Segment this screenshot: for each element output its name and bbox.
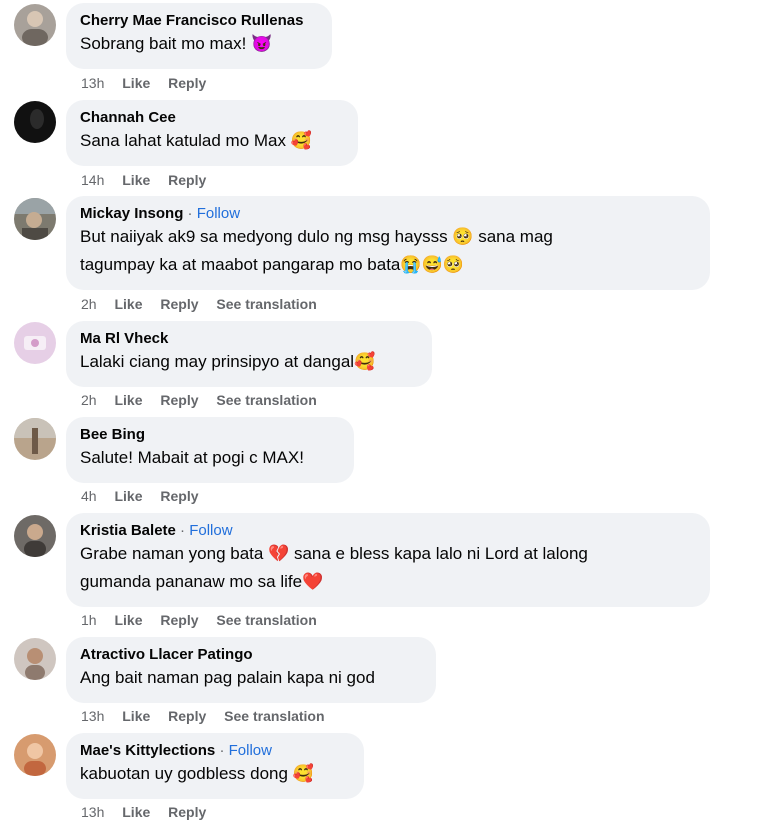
comment-actions: 1h Like Reply See translation <box>81 611 331 629</box>
avatar[interactable] <box>14 515 56 557</box>
comment-bubble: Cherry Mae Francisco Rullenas Sobrang ba… <box>66 3 332 69</box>
comment-text: Lalaki ciang may prinsipyo at dangal🥰 <box>80 352 376 371</box>
comment-text-line: But naiiyak ak9 sa medyong dulo ng msg h… <box>80 227 553 246</box>
reply-button[interactable]: Reply <box>160 488 198 504</box>
avatar[interactable] <box>14 638 56 680</box>
like-button[interactable]: Like <box>122 708 150 724</box>
comment-text-line: tagumpay ka at maabot pangarap mo bata😭😅… <box>80 255 464 274</box>
comment-text: Ang bait naman pag palain kapa ni god <box>80 668 375 687</box>
separator-dot: · <box>187 205 193 222</box>
avatar[interactable] <box>14 322 56 364</box>
comment-time[interactable]: 4h <box>81 488 97 504</box>
avatar[interactable] <box>14 198 56 240</box>
avatar[interactable] <box>14 734 56 776</box>
commenter-name[interactable]: Mae's Kittylections <box>80 742 215 759</box>
avatar[interactable] <box>14 4 56 46</box>
comment-text: Salute! Mabait at pogi c MAX! <box>80 448 304 467</box>
comment-text: kabuotan uy godbless dong 🥰 <box>80 764 314 783</box>
comment-text-line: Grabe naman yong bata 💔 sana e bless kap… <box>80 544 588 563</box>
comment-text: Sobrang bait mo max! 😈 <box>80 34 273 53</box>
comment-actions: 2h Like Reply See translation <box>81 391 331 409</box>
reply-button[interactable]: Reply <box>160 392 198 408</box>
reply-button[interactable]: Reply <box>160 296 198 312</box>
comment-bubble: Kristia Balete · Follow Grabe naman yong… <box>66 513 710 607</box>
comment-text: Sana lahat katulad mo Max 🥰 <box>80 131 312 150</box>
see-translation-link[interactable]: See translation <box>224 708 324 724</box>
comment-actions: 14h Like Reply <box>81 171 220 189</box>
follow-button[interactable]: Follow <box>189 522 232 539</box>
reply-button[interactable]: Reply <box>168 708 206 724</box>
comment-bubble: Atractivo Llacer Patingo Ang bait naman … <box>66 637 436 703</box>
comment-actions: 13h Like Reply <box>81 74 220 92</box>
comment-time[interactable]: 13h <box>81 75 104 91</box>
comment-text-line: gumanda pananaw mo sa life❤️ <box>80 572 324 591</box>
like-button[interactable]: Like <box>122 804 150 820</box>
follow-button[interactable]: Follow <box>197 205 240 222</box>
separator-dot: · <box>219 742 225 759</box>
reply-button[interactable]: Reply <box>168 172 206 188</box>
commenter-name[interactable]: Channah Cee <box>80 109 176 126</box>
comment-time[interactable]: 13h <box>81 708 104 724</box>
avatar[interactable] <box>14 101 56 143</box>
commenter-name[interactable]: Atractivo Llacer Patingo <box>80 646 253 663</box>
comments-list: Cherry Mae Francisco Rullenas Sobrang ba… <box>0 0 759 829</box>
reply-button[interactable]: Reply <box>168 804 206 820</box>
reply-button[interactable]: Reply <box>168 75 206 91</box>
comment-bubble: Mickay Insong · Follow But naiiyak ak9 s… <box>66 196 710 290</box>
comment-actions: 4h Like Reply <box>81 487 213 505</box>
comment-time[interactable]: 1h <box>81 612 97 628</box>
separator-dot: · <box>180 522 186 539</box>
comment-actions: 2h Like Reply See translation <box>81 295 331 313</box>
commenter-name[interactable]: Ma Rl Vheck <box>80 330 168 347</box>
comment-bubble: Ma Rl Vheck Lalaki ciang may prinsipyo a… <box>66 321 432 387</box>
reply-button[interactable]: Reply <box>160 612 198 628</box>
commenter-name[interactable]: Mickay Insong <box>80 205 183 222</box>
comment-bubble: Mae's Kittylections · Follow kabuotan uy… <box>66 733 364 799</box>
comment-bubble: Channah Cee Sana lahat katulad mo Max 🥰 <box>66 100 358 166</box>
like-button[interactable]: Like <box>122 172 150 188</box>
see-translation-link[interactable]: See translation <box>216 296 316 312</box>
comment-time[interactable]: 2h <box>81 392 97 408</box>
see-translation-link[interactable]: See translation <box>216 392 316 408</box>
commenter-name[interactable]: Kristia Balete <box>80 522 176 539</box>
like-button[interactable]: Like <box>122 75 150 91</box>
comment-actions: 13h Like Reply <box>81 803 220 821</box>
comment-actions: 13h Like Reply See translation <box>81 707 339 725</box>
follow-button[interactable]: Follow <box>229 742 272 759</box>
comment-time[interactable]: 2h <box>81 296 97 312</box>
commenter-name[interactable]: Cherry Mae Francisco Rullenas <box>80 12 303 29</box>
see-translation-link[interactable]: See translation <box>216 612 316 628</box>
commenter-name[interactable]: Bee Bing <box>80 426 145 443</box>
comment-time[interactable]: 13h <box>81 804 104 820</box>
comment-time[interactable]: 14h <box>81 172 104 188</box>
like-button[interactable]: Like <box>114 296 142 312</box>
like-button[interactable]: Like <box>114 488 142 504</box>
like-button[interactable]: Like <box>114 612 142 628</box>
comment-bubble: Bee Bing Salute! Mabait at pogi c MAX! <box>66 417 354 483</box>
avatar[interactable] <box>14 418 56 460</box>
like-button[interactable]: Like <box>114 392 142 408</box>
